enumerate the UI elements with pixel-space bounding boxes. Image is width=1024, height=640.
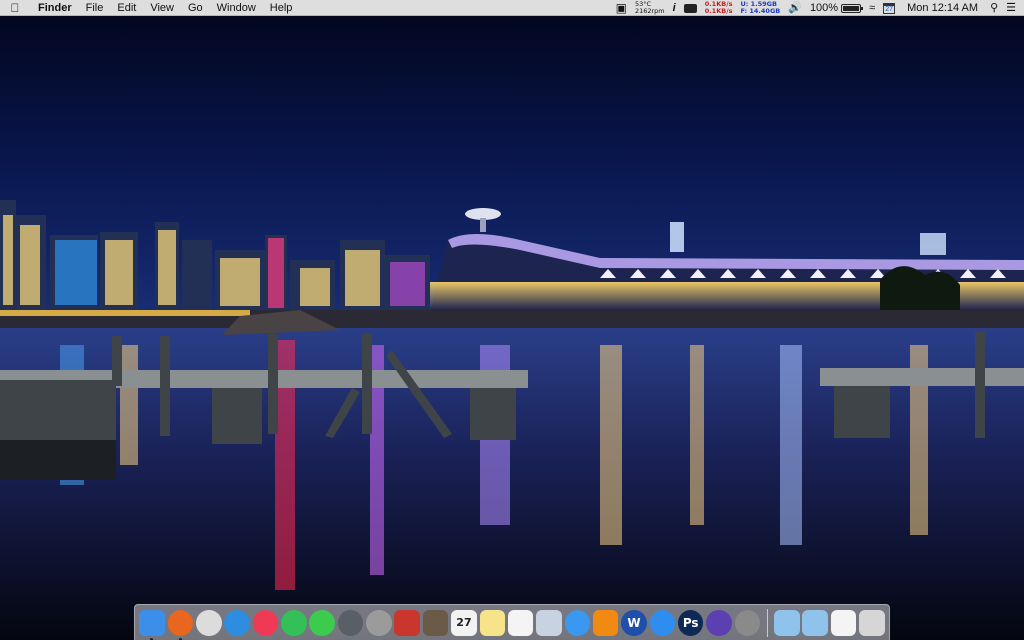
- applications-folder-icon[interactable]: [773, 609, 800, 636]
- menu-edit[interactable]: Edit: [110, 0, 143, 15]
- battery-status[interactable]: 100%: [806, 0, 865, 16]
- info-icon[interactable]: i: [669, 0, 680, 16]
- dock: 27 W Ps: [134, 604, 890, 640]
- system-monitor-icon[interactable]: ▣: [612, 0, 631, 16]
- network-speed-status[interactable]: 0.1KB/s 0.1KB/s: [701, 0, 737, 16]
- menu-go[interactable]: Go: [181, 0, 210, 15]
- volume-icon[interactable]: 🔊: [784, 0, 806, 16]
- app-menu-finder[interactable]: Finder: [30, 0, 79, 15]
- menu-file[interactable]: File: [79, 0, 111, 15]
- spotlight-search-icon[interactable]: ⚲: [986, 0, 1002, 16]
- word-icon[interactable]: W: [621, 609, 647, 636]
- facetime-icon[interactable]: [309, 609, 336, 636]
- disk-free-text: F: 14.40GB: [740, 7, 781, 15]
- safari-icon[interactable]: [224, 609, 250, 636]
- calendar-icon[interactable]: 27: [451, 609, 477, 636]
- contacts-icon[interactable]: [366, 609, 392, 636]
- vlc-icon[interactable]: [592, 609, 619, 636]
- dock-separator: [766, 608, 768, 637]
- notes-icon[interactable]: [479, 609, 506, 636]
- photo-booth-icon[interactable]: [394, 609, 421, 636]
- harbour-night-scene: [0, 0, 1024, 640]
- launchpad-icon[interactable]: [337, 609, 364, 636]
- downloads-folder-icon[interactable]: [802, 609, 828, 636]
- fan-speed-text: 2162rpm: [634, 7, 665, 15]
- menu-window[interactable]: Window: [210, 0, 263, 15]
- calendar-menu-icon[interactable]: 27: [879, 0, 899, 16]
- notification-center-icon[interactable]: ☰: [1002, 0, 1024, 16]
- app-store-icon[interactable]: [649, 609, 676, 636]
- notebook-icon[interactable]: [422, 609, 449, 636]
- imovie-icon[interactable]: [706, 609, 732, 636]
- cpu-fan-status[interactable]: 53°C 2162rpm: [631, 0, 669, 16]
- finder-icon[interactable]: [139, 609, 165, 640]
- spotify-icon[interactable]: [281, 609, 307, 636]
- battery-percent-text: 100%: [809, 2, 839, 14]
- desktop-wallpaper: [0, 0, 1024, 640]
- disk-usage-status[interactable]: U: 1.59GB F: 14.40GB: [736, 0, 784, 16]
- preview-icon[interactable]: [536, 609, 562, 636]
- document-icon[interactable]: [830, 609, 857, 636]
- calendar-label: 27: [456, 616, 472, 629]
- messages-icon[interactable]: [564, 609, 591, 636]
- menu-bar:  Finder File Edit View Go Window Help ▣…: [0, 0, 1024, 16]
- reminders-icon[interactable]: [507, 609, 534, 636]
- system-preferences-icon[interactable]: [734, 609, 761, 636]
- menu-view[interactable]: View: [143, 0, 181, 15]
- apple-menu-icon[interactable]: : [0, 1, 30, 15]
- trash-icon[interactable]: [858, 609, 885, 636]
- chrome-icon[interactable]: [196, 609, 222, 636]
- battery-icon: [841, 3, 864, 13]
- photoshop-icon[interactable]: Ps: [677, 609, 704, 636]
- photoshop-label: Ps: [682, 615, 699, 630]
- memory-chip-icon[interactable]: [680, 0, 701, 16]
- itunes-icon[interactable]: [252, 609, 279, 636]
- clock[interactable]: Mon 12:14 AM: [899, 0, 986, 16]
- word-label: W: [627, 615, 641, 630]
- menu-help[interactable]: Help: [263, 0, 300, 15]
- net-down-text: 0.1KB/s: [704, 7, 733, 15]
- firefox-icon[interactable]: [167, 609, 194, 640]
- wifi-icon[interactable]: ≈: [865, 0, 879, 16]
